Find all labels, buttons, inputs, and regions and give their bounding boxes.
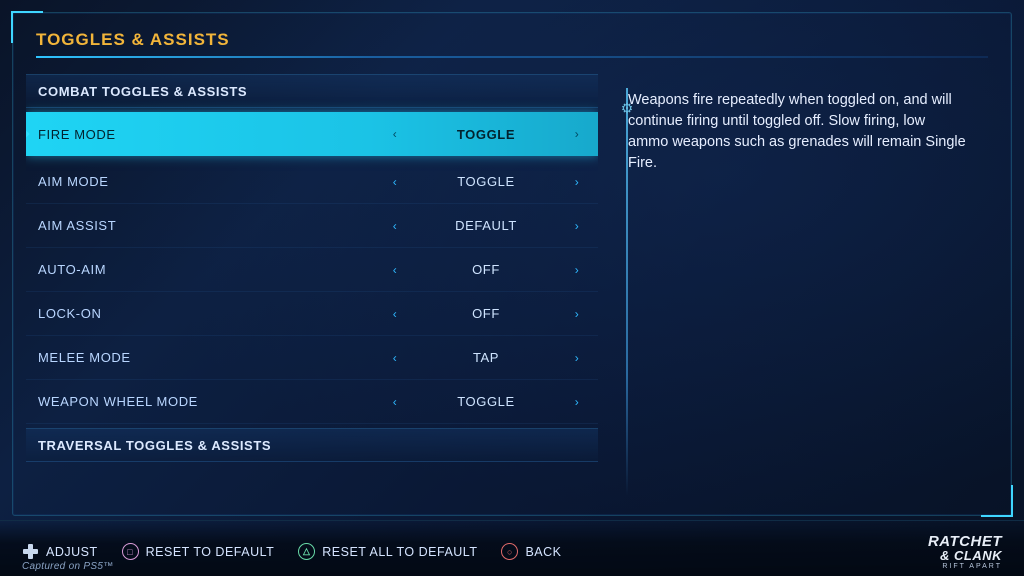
- hint-back: ○ BACK: [501, 543, 561, 560]
- triangle-icon: △: [298, 543, 315, 560]
- hint-label: BACK: [525, 545, 561, 559]
- game-logo: RATCHET & CLANK RIFT APART: [928, 534, 1002, 570]
- arrow-left-icon[interactable]: ‹: [386, 175, 404, 189]
- hint-label: RESET TO DEFAULT: [146, 545, 275, 559]
- row-aim-mode[interactable]: AIM MODE ‹ TOGGLE ›: [26, 160, 598, 204]
- value-selector[interactable]: ‹ TOGGLE ›: [386, 174, 586, 189]
- arrow-left-icon[interactable]: ‹: [386, 307, 404, 321]
- row-value: TOGGLE: [404, 174, 568, 189]
- arrow-right-icon[interactable]: ›: [568, 263, 586, 277]
- row-label: AUTO-AIM: [38, 262, 386, 277]
- section-traversal: TRAVERSAL TOGGLES & ASSISTS: [26, 428, 598, 462]
- row-lock-on[interactable]: LOCK-ON ‹ OFF ›: [26, 292, 598, 336]
- value-selector[interactable]: ‹ OFF ›: [386, 262, 586, 277]
- arrow-right-icon[interactable]: ›: [568, 175, 586, 189]
- arrow-left-icon[interactable]: ‹: [386, 395, 404, 409]
- row-auto-aim[interactable]: AUTO-AIM ‹ OFF ›: [26, 248, 598, 292]
- hint-label: ADJUST: [46, 545, 98, 559]
- page-title: TOGGLES & ASSISTS: [36, 30, 988, 50]
- arrow-right-icon[interactable]: ›: [568, 219, 586, 233]
- main-area: COMBAT TOGGLES & ASSISTS FIRE MODE ‹ TOG…: [26, 74, 998, 506]
- value-selector[interactable]: ‹ OFF ›: [386, 306, 586, 321]
- row-value: OFF: [404, 306, 568, 321]
- title-bar: TOGGLES & ASSISTS: [26, 22, 998, 68]
- title-underline: [36, 56, 988, 58]
- row-label: FIRE MODE: [38, 127, 386, 142]
- value-selector[interactable]: ‹ TOGGLE ›: [386, 394, 586, 409]
- settings-list[interactable]: COMBAT TOGGLES & ASSISTS FIRE MODE ‹ TOG…: [26, 74, 598, 506]
- arrow-left-icon[interactable]: ‹: [386, 263, 404, 277]
- setting-description: Weapons fire repeatedly when toggled on,…: [628, 90, 988, 174]
- logo-line2: & CLANK: [928, 549, 1002, 562]
- section-combat: COMBAT TOGGLES & ASSISTS: [26, 74, 598, 108]
- row-label: AIM MODE: [38, 174, 386, 189]
- arrow-left-icon[interactable]: ‹: [386, 127, 404, 141]
- hint-adjust: ADJUST: [22, 543, 98, 560]
- dpad-icon: [22, 543, 39, 560]
- row-weapon-wheel-mode[interactable]: WEAPON WHEEL MODE ‹ TOGGLE ›: [26, 380, 598, 424]
- circle-icon: ○: [501, 543, 518, 560]
- arrow-right-icon[interactable]: ›: [568, 307, 586, 321]
- square-icon: □: [122, 543, 139, 560]
- arrow-right-icon[interactable]: ›: [568, 395, 586, 409]
- row-value: TAP: [404, 350, 568, 365]
- row-label: WEAPON WHEEL MODE: [38, 394, 386, 409]
- row-aim-assist[interactable]: AIM ASSIST ‹ DEFAULT ›: [26, 204, 598, 248]
- hint-reset: □ RESET TO DEFAULT: [122, 543, 275, 560]
- hint-reset-all: △ RESET ALL TO DEFAULT: [298, 543, 477, 560]
- row-label: MELEE MODE: [38, 350, 386, 365]
- arrow-right-icon[interactable]: ›: [568, 351, 586, 365]
- footer-hints: ADJUST □ RESET TO DEFAULT △ RESET ALL TO…: [0, 520, 1024, 576]
- row-value: TOGGLE: [404, 127, 568, 142]
- logo-line1: RATCHET: [928, 534, 1002, 549]
- row-value: OFF: [404, 262, 568, 277]
- description-panel: Weapons fire repeatedly when toggled on,…: [598, 74, 998, 506]
- row-value: TOGGLE: [404, 394, 568, 409]
- logo-line3: RIFT APART: [928, 563, 1002, 570]
- value-selector[interactable]: ‹ TOGGLE ›: [386, 127, 586, 142]
- arrow-right-icon[interactable]: ›: [568, 127, 586, 141]
- arrow-left-icon[interactable]: ‹: [386, 219, 404, 233]
- row-melee-mode[interactable]: MELEE MODE ‹ TAP ›: [26, 336, 598, 380]
- row-label: AIM ASSIST: [38, 218, 386, 233]
- value-selector[interactable]: ‹ DEFAULT ›: [386, 218, 586, 233]
- capture-note: Captured on PS5™: [22, 561, 114, 572]
- row-value: DEFAULT: [404, 218, 568, 233]
- hint-label: RESET ALL TO DEFAULT: [322, 545, 477, 559]
- value-selector[interactable]: ‹ TAP ›: [386, 350, 586, 365]
- row-label: LOCK-ON: [38, 306, 386, 321]
- row-fire-mode[interactable]: FIRE MODE ‹ TOGGLE ›: [26, 112, 598, 156]
- arrow-left-icon[interactable]: ‹: [386, 351, 404, 365]
